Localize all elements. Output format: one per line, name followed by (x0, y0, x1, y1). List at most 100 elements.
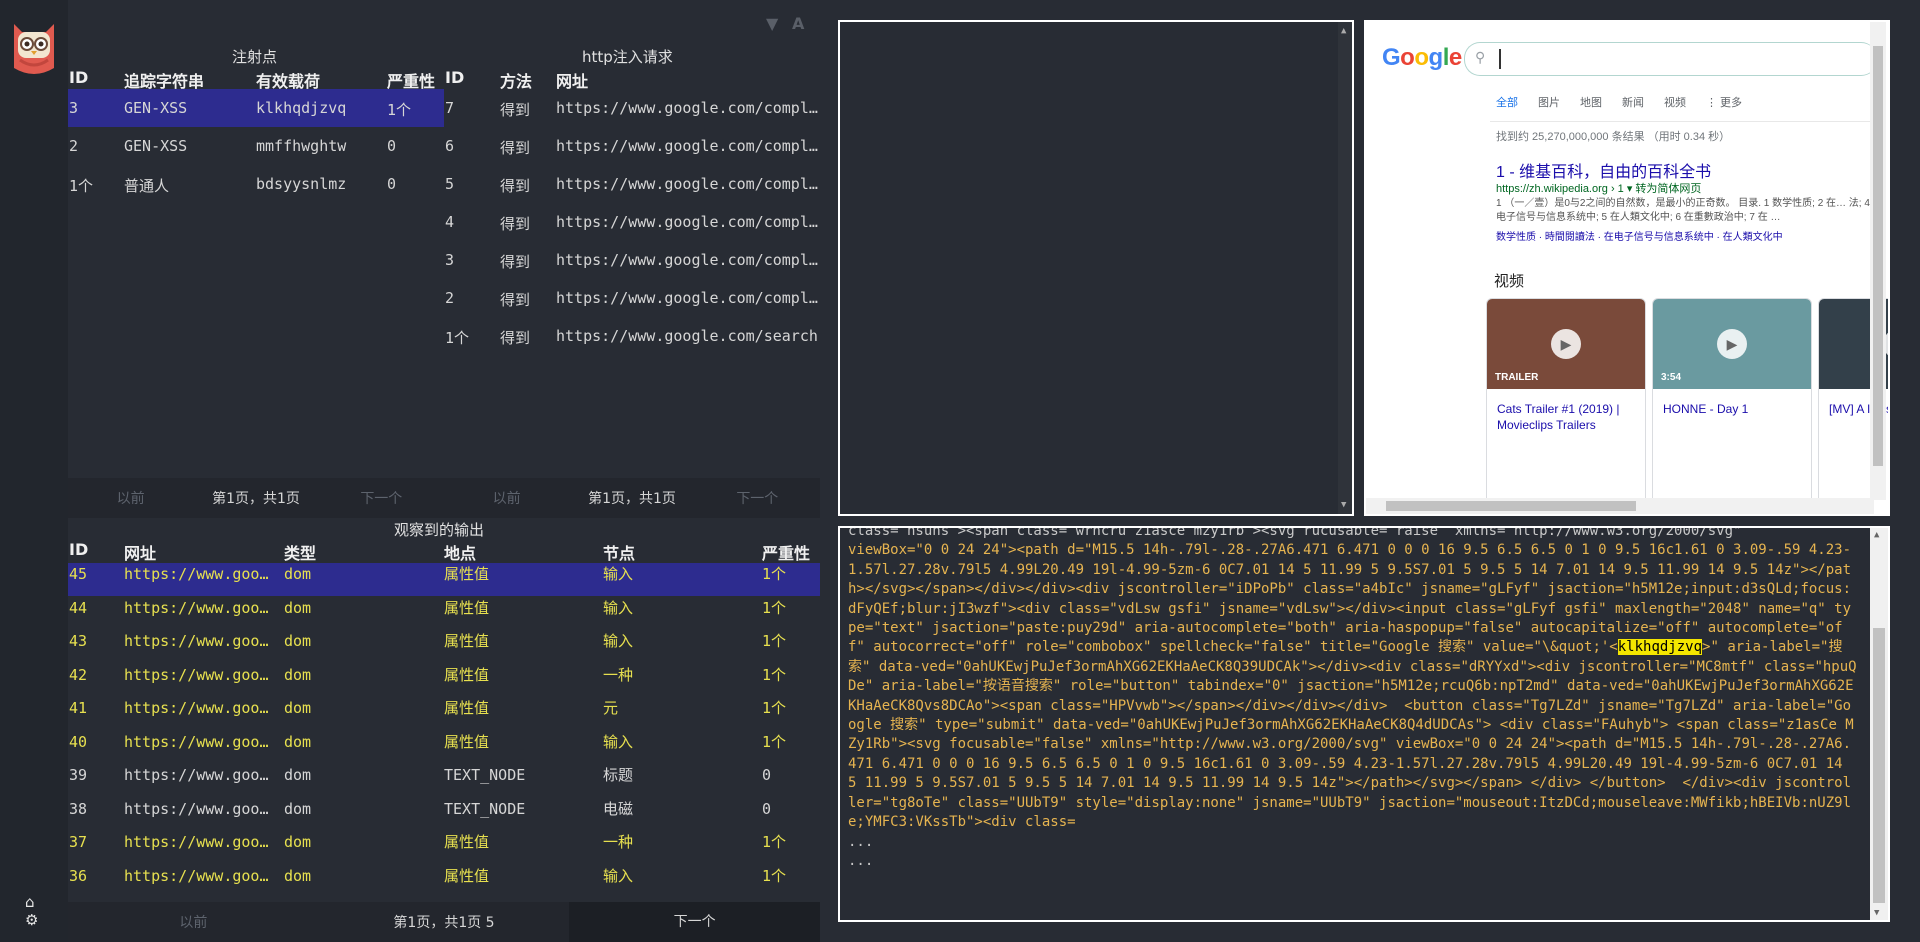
scroll-thumb[interactable] (1873, 46, 1883, 466)
google-tab[interactable]: 地图 (1580, 94, 1602, 110)
output-row[interactable]: 42 https://www.google.com/dom 属性值 一种 1个 (68, 664, 820, 697)
output-cell-node: 输入 (603, 866, 634, 885)
output-cell-type: dom (284, 732, 312, 751)
request-cell-url: https://www.google.com/complete/search (556, 289, 818, 307)
injection-row[interactable]: 1个 普通人 bdsyysnlmz 0 (68, 165, 444, 203)
next-page-button[interactable]: 下一个 (695, 488, 820, 508)
next-page-button[interactable]: 下一个 (319, 488, 444, 508)
injection-cell-severity: 0 (387, 175, 397, 193)
request-cell-url: https://www.google.com/complete/search (556, 251, 818, 269)
output-cell-node: 输入 (603, 632, 634, 650)
google-scrollbar[interactable] (1870, 22, 1886, 500)
request-row[interactable]: 3 得到 https://www.google.com/complete/searc… (444, 241, 820, 279)
output-header: ID 网址 类型 地点 节点 严重性 (68, 540, 820, 563)
scroll-down-icon[interactable]: ▼ (1341, 500, 1346, 510)
output-row[interactable]: 45 https://www.google.com/dom 属性值 输入 1个 (68, 563, 820, 596)
requests-pager: 以前 第1页，共1页 下一个 (444, 478, 820, 518)
google-search-input[interactable]: ⚲ (1464, 42, 1877, 76)
next-page-button[interactable]: 下一个 (569, 902, 821, 942)
output-cell-id: 37 (69, 833, 88, 851)
google-tab[interactable]: 视频 (1664, 94, 1686, 110)
gear-icon[interactable]: ⚙ (25, 912, 38, 928)
result-sitelinks[interactable]: 数学性质 · 時間閱讀法 · 在电子信号与信息系统中 · 在人類文化中 (1496, 228, 1783, 243)
output-cell-url: https://www.google.com/ (124, 833, 276, 851)
request-cell-id: 6 (445, 137, 455, 155)
video-thumbnail: ▶ TRAILER (1487, 299, 1645, 389)
video-card[interactable]: ▶ 3:54 HONNE - Day 1 (1652, 298, 1812, 514)
request-cell-method: 得到 (500, 215, 531, 233)
prev-page-button[interactable]: 以前 (68, 912, 319, 932)
output-cell-id: 36 (69, 866, 88, 885)
request-row[interactable]: 4 得到 https://www.google.com/complete/searc… (444, 203, 820, 241)
scroll-up-icon[interactable]: ▲ (1874, 530, 1879, 540)
request-cell-id: 2 (445, 289, 455, 307)
video-title[interactable]: Cats Trailer #1 (2019) | Movieclips Trai… (1497, 401, 1637, 433)
request-row[interactable]: 6 得到 https://www.google.com/complete/searc… (444, 127, 820, 165)
code-ellipsis-2: ... (848, 852, 874, 869)
output-row[interactable]: 37 https://www.google.com/dom 属性值 一种 1个 (68, 831, 820, 864)
output-cell-location: 属性值 (444, 598, 490, 617)
google-tab[interactable]: ⋮ 更多 (1706, 94, 1742, 110)
output-cell-node: 输入 (603, 565, 634, 583)
home-icon[interactable]: ⌂ (25, 894, 35, 910)
output-cell-severity: 1个 (762, 665, 787, 684)
play-icon: ▶ (1551, 329, 1581, 359)
col-out-type: 类型 (284, 544, 317, 563)
preview-scrollbar[interactable]: ▲ ▼ (1338, 22, 1352, 514)
video-card[interactable]: ▶ TRAILER Cats Trailer #1 (2019) | Moviecl… (1486, 298, 1646, 514)
output-cell-severity: 1个 (762, 732, 787, 751)
filter-icon[interactable]: ▼ (766, 14, 778, 33)
request-cell-url: https://www.google.com/complete/search (556, 213, 818, 231)
request-cell-url: https://www.google.com/complete/search (556, 175, 818, 193)
prev-page-button[interactable]: 以前 (68, 488, 193, 508)
injection-row[interactable]: 2 GEN-XSS mmffhwghtw 0 (68, 127, 444, 165)
source-scrollbar[interactable]: ▲ ▼ (1870, 528, 1888, 920)
google-h-scrollbar[interactable] (1366, 498, 1874, 514)
col-id: ID (69, 68, 89, 87)
google-tab[interactable]: 全部 (1496, 94, 1518, 110)
injection-cell-tracker: GEN-XSS (124, 99, 188, 117)
google-tab[interactable]: 新闻 (1622, 94, 1644, 110)
output-row[interactable]: 36 https://www.google.com/dom 属性值 输入 1个 (68, 865, 820, 898)
output-row[interactable]: 41 https://www.google.com/dom 属性值 元 1个 (68, 697, 820, 730)
page-indicator: 第1页，共1页 (212, 491, 300, 507)
scroll-up-icon[interactable]: ▲ (1341, 26, 1346, 36)
output-row[interactable]: 38 https://www.google.com/dom TEXT_NODE 电磁 0 (68, 798, 820, 831)
output-cell-location: 属性值 (444, 866, 490, 885)
request-row[interactable]: 1个 得到 https://www.google.com/search (444, 317, 820, 355)
output-cell-type: dom (284, 866, 312, 885)
request-cell-method: 得到 (500, 291, 531, 309)
font-size-icon[interactable]: A (792, 14, 804, 33)
output-cell-type: dom (284, 833, 312, 851)
video-title[interactable]: HONNE - Day 1 (1663, 401, 1803, 417)
video-badge: TRAILER (1495, 372, 1539, 383)
output-row[interactable]: 40 https://www.google.com/dom 属性值 输入 1个 (68, 731, 820, 764)
prev-page-button[interactable]: 以前 (444, 488, 569, 508)
request-row[interactable]: 7 得到 https://www.google.com/complete/searc… (444, 89, 820, 127)
result-stats: 找到约 25,270,000,000 条结果 （用时 0.34 秒） (1496, 131, 1731, 143)
h-scroll-thumb[interactable] (1386, 501, 1636, 511)
page-indicator: 第1页，共1页 5 (393, 915, 495, 931)
output-row[interactable]: 39 https://www.google.com/dom TEXT_NODE 标题 0 (68, 764, 820, 797)
output-row[interactable]: 44 https://www.google.com/dom 属性值 输入 1个 (68, 597, 820, 630)
payload-highlight: klkhqdjzvq (1617, 639, 1703, 656)
col-req-id: ID (445, 68, 465, 87)
injection-cell-id: 1个 (69, 177, 94, 195)
google-tab[interactable]: 图片 (1538, 94, 1560, 110)
output-cell-severity: 1个 (762, 833, 787, 851)
output-cell-id: 41 (69, 699, 88, 717)
result-snippet: 1 （一／壹）是0与2之间的自然数，是最小的正奇数。 目录. 1 数学性质; 2… (1496, 198, 1883, 223)
request-row[interactable]: 5 得到 https://www.google.com/complete/searc… (444, 165, 820, 203)
result-url[interactable]: https://zh.wikipedia.org › 1 ▾ 转为简体网页 (1496, 180, 1701, 196)
request-row[interactable]: 2 得到 https://www.google.com/complete/searc… (444, 279, 820, 317)
injection-row[interactable]: 3 GEN-XSS klkhqdjzvq 1个 (68, 89, 444, 127)
output-row[interactable]: 43 https://www.google.com/dom 属性值 输入 1个 (68, 630, 820, 663)
play-icon: ▶ (1717, 329, 1747, 359)
injection-cell-payload: klkhqdjzvq (256, 99, 347, 117)
scroll-thumb[interactable] (1873, 628, 1885, 903)
scroll-down-icon[interactable]: ▼ (1874, 908, 1879, 918)
injection-cell-id: 3 (69, 99, 79, 117)
output-cell-severity: 1个 (762, 598, 787, 617)
request-cell-url: https://www.google.com/search (556, 327, 818, 345)
result-title[interactable]: 1 - 维基百科，自由的百科全书 (1496, 158, 1711, 182)
